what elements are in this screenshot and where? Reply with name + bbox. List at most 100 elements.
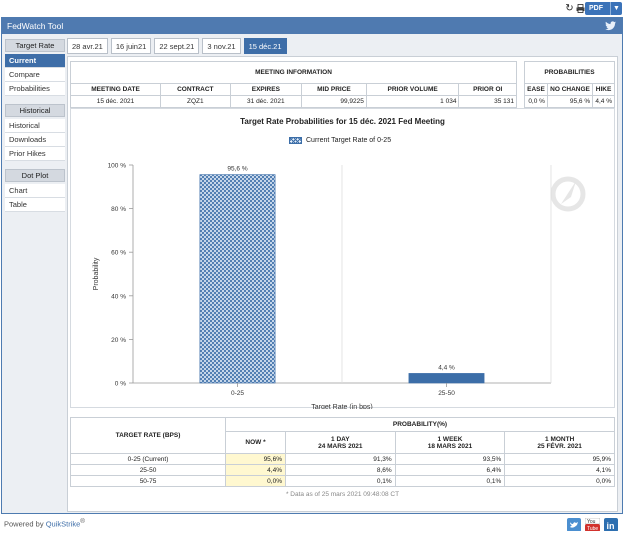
probability-header: PROBABILITY(%) [225, 417, 615, 432]
table-row: 50-75 0,0% 0,1% 0,1% 0,0% [70, 475, 615, 487]
table-row: 25-50 4,4% 8,6% 6,4% 4,1% [70, 464, 615, 476]
rate-label: 0-25 (Current) [70, 453, 226, 465]
meeting-panel: MEETING INFORMATION MEETING DATE CONTRAC… [67, 56, 618, 512]
x-axis-label: Target Rate (in bps) [311, 404, 372, 409]
table-row: 15 déc. 2021 ZQZ1 31 déc. 2021 99,9225 1… [69, 95, 517, 108]
tab-meeting[interactable]: 3 nov.21 [202, 38, 241, 54]
tab-meeting[interactable]: 22 sept.21 [154, 38, 200, 54]
y-tick-label: 60 % [111, 250, 126, 257]
prob-1-day: 8,6% [285, 464, 396, 476]
prior-volume: 1 034 [365, 95, 460, 108]
window-titlebar: FedWatch Tool [2, 18, 622, 34]
meeting-info-header: MEETING INFORMATION [70, 61, 517, 84]
y-tick-label: 0 % [115, 381, 126, 388]
twitter-bird-icon[interactable] [605, 20, 617, 32]
probability-chart: Target Rate Probabilities for 15 déc. 20… [70, 108, 615, 409]
meeting-tabs: 28 avr.21 16 juin21 22 sept.21 3 nov.21 … [67, 38, 287, 54]
prob-now: 0,0% [225, 475, 286, 487]
twitter-icon[interactable] [567, 518, 581, 531]
svg-text:Tube: Tube [587, 526, 598, 531]
col-now: NOW * [225, 431, 286, 454]
prob-1-day: 91,3% [285, 453, 396, 465]
col-header: CONTRACT [160, 83, 231, 96]
no-change-value: 95,6 % [546, 95, 594, 108]
main-content: 28 avr.21 16 juin21 22 sept.21 3 nov.21 … [67, 38, 618, 512]
y-tick-label: 100 % [108, 163, 127, 170]
probabilities-header: PROBABILITIES [524, 61, 615, 84]
x-tick-label: 25-50 [438, 390, 455, 397]
prob-1-month: 0,0% [504, 475, 615, 487]
powered-by-label: Powered by [4, 519, 44, 529]
chart-bar [408, 373, 485, 384]
sidebar-item-prior-hikes[interactable]: Prior Hikes [5, 147, 65, 161]
chart-svg: 0 % 20 % 40 % 60 % 80 % 100 % 95,6 % 0-25 4,4 % 2… [93, 163, 586, 409]
hike-value: 4,4 % [592, 95, 615, 108]
sidebar: Target Rate Current Compare Probabilitie… [5, 39, 65, 212]
col-header: HIKE [592, 83, 615, 96]
y-tick-label: 20 % [111, 337, 126, 344]
sidebar-item-downloads[interactable]: Downloads [5, 133, 65, 147]
print-icon[interactable] [575, 2, 585, 15]
table-row: 0,0 % 95,6 % 4,4 % [524, 95, 615, 108]
sidebar-item-current[interactable]: Current [5, 54, 65, 68]
refresh-icon[interactable]: ↻ [564, 2, 575, 15]
col-header: PRIOR VOLUME [365, 83, 460, 96]
pdf-export-button[interactable]: PDF ▼ [585, 2, 622, 15]
bar-value-label: 95,6 % [227, 166, 247, 173]
prob-1-day: 0,1% [285, 475, 396, 487]
prob-1-week: 0,1% [394, 475, 506, 487]
sidebar-item-table[interactable]: Table [5, 198, 65, 212]
fedwatch-window: FedWatch Tool Target Rate Current Compar… [1, 17, 623, 514]
col-header: MEETING DATE [69, 83, 162, 96]
prior-oi: 35 131 [458, 95, 517, 108]
y-tick-label: 80 % [111, 206, 126, 213]
svg-text:You: You [587, 519, 596, 525]
chevron-down-icon[interactable]: ▼ [610, 2, 622, 15]
app-title: FedWatch Tool [7, 21, 64, 31]
sidebar-group-target-rate: Target Rate [5, 39, 65, 52]
y-axis-label: Probability [93, 257, 100, 290]
prob-1-week: 6,4% [394, 464, 506, 476]
sidebar-item-chart[interactable]: Chart [5, 184, 65, 198]
rate-label: 50-75 [70, 475, 226, 487]
col-header: PRIOR OI [458, 83, 517, 96]
prob-1-week: 93,5% [394, 453, 506, 465]
col-header: MID PRICE [301, 83, 367, 96]
tab-meeting[interactable]: 28 avr.21 [67, 38, 108, 54]
youtube-icon[interactable]: You Tube [585, 518, 600, 531]
sidebar-item-probabilities[interactable]: Probabilities [5, 82, 65, 96]
col-header: EXPIRES [229, 83, 303, 96]
sidebar-group-historical: Historical [5, 104, 65, 117]
powered-by: Powered by QuikStrike® [4, 518, 85, 529]
sidebar-item-compare[interactable]: Compare [5, 68, 65, 82]
rate-label: 25-50 [70, 464, 226, 476]
probabilities-table: PROBABILITIES EASE NO CHANGE HIKE 0,0 % … [524, 61, 615, 108]
col-1-week: 1 WEEK 18 MARS 2021 [394, 431, 506, 454]
quikstrike-link[interactable]: QuikStrike [46, 520, 81, 529]
prob-1-month: 4,1% [504, 464, 615, 476]
bar-value-label: 4,4 % [438, 364, 455, 371]
x-tick-label: 0-25 [231, 390, 244, 397]
chart-bar [199, 174, 276, 384]
sidebar-item-historical[interactable]: Historical [5, 119, 65, 133]
prob-1-month: 95,9% [504, 453, 615, 465]
tab-meeting[interactable]: 16 juin21 [110, 38, 152, 54]
meeting-date: 15 déc. 2021 [69, 95, 162, 108]
col-1-day: 1 DAY 24 MARS 2021 [285, 431, 396, 454]
ease-value: 0,0 % [524, 95, 548, 108]
registered-mark: ® [80, 518, 85, 525]
sidebar-group-dot-plot: Dot Plot [5, 169, 65, 182]
prob-now: 4,4% [225, 464, 286, 476]
expires: 31 déc. 2021 [229, 95, 303, 108]
tab-meeting-active[interactable]: 15 déc.21 [243, 38, 287, 54]
mid-price: 99,9225 [301, 95, 367, 108]
meeting-info-table: MEETING INFORMATION MEETING DATE CONTRAC… [69, 61, 517, 108]
pdf-label: PDF [589, 5, 603, 12]
table-row: 0-25 (Current) 95,6% 91,3% 93,5% 95,9% [70, 453, 615, 465]
col-header: NO CHANGE [546, 83, 594, 96]
linkedin-icon[interactable]: in [604, 518, 618, 531]
prob-now: 95,6% [225, 453, 286, 465]
quikstrike-watermark-icon [550, 176, 586, 212]
svg-text:in: in [607, 521, 615, 531]
contract: ZQZ1 [160, 95, 231, 108]
